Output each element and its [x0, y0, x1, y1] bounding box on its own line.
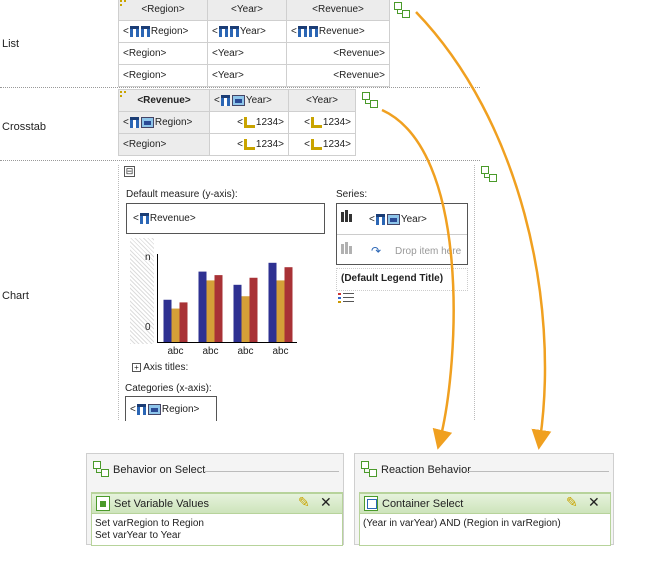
- panel-rule: [205, 471, 339, 472]
- arrow-crosstab-to-behavior: [381, 108, 455, 450]
- panel-rule: [467, 471, 609, 472]
- set-variable-values-item[interactable]: Set Variable Values ✎ ✕ Set varRegion to…: [91, 492, 343, 546]
- reaction-behavior-panel[interactable]: Reaction Behavior Container Select ✎ ✕ (…: [354, 453, 614, 546]
- item-title: Container Select: [382, 498, 464, 510]
- delete-x-icon[interactable]: ✕: [588, 495, 600, 509]
- item-line: Set varYear to Year: [95, 530, 181, 541]
- item-line: (Year in varYear) AND (Region in varRegi…: [363, 518, 561, 529]
- container-select-icon: [364, 496, 378, 511]
- item-line: Set varRegion to Region: [95, 518, 204, 529]
- item-title: Set Variable Values: [114, 498, 209, 510]
- behavior-panel-title: Behavior on Select: [111, 464, 208, 476]
- edit-pencil-icon[interactable]: ✎: [566, 495, 578, 509]
- arrow-list-to-reaction: [415, 11, 552, 450]
- item-body: (Year in varYear) AND (Region in varRegi…: [363, 518, 561, 530]
- container-select-item[interactable]: Container Select ✎ ✕ (Year in varYear) A…: [359, 492, 611, 546]
- green-link-icon: [93, 461, 109, 477]
- delete-x-icon[interactable]: ✕: [320, 495, 332, 509]
- action-icon: [96, 496, 110, 511]
- edit-pencil-icon[interactable]: ✎: [298, 495, 310, 509]
- green-link-icon: [361, 461, 377, 477]
- item-body: Set varRegion to Region Set varYear to Y…: [95, 518, 204, 542]
- behavior-on-select-panel[interactable]: Behavior on Select Set Variable Values ✎…: [86, 453, 344, 546]
- reaction-panel-title: Reaction Behavior: [379, 464, 473, 476]
